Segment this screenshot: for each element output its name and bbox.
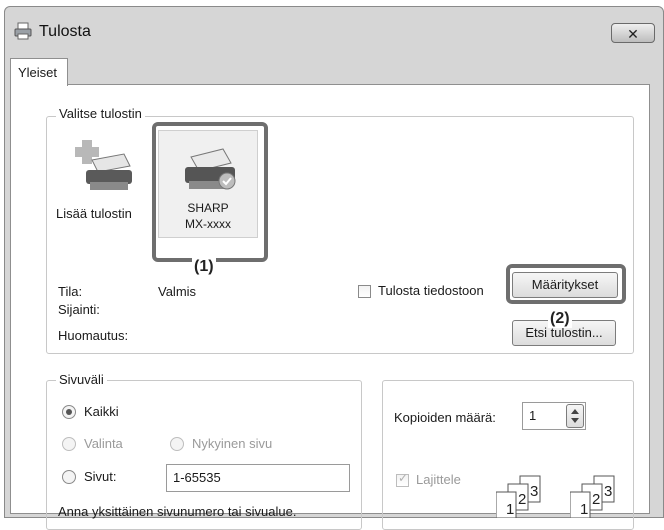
- add-printer-icon: [72, 136, 136, 199]
- preferences-button[interactable]: Määritykset: [512, 272, 618, 298]
- collate-pages-icon-2: 3 2 1: [569, 474, 628, 521]
- collate-label: Lajittele: [416, 472, 461, 487]
- svg-text:3: 3: [604, 483, 612, 500]
- location-label: Sijainti:: [58, 302, 100, 317]
- selection-label: Valinta: [84, 436, 123, 451]
- radio-current-page[interactable]: [170, 437, 184, 451]
- close-button[interactable]: ✕: [611, 23, 655, 43]
- tab-general[interactable]: Yleiset: [10, 58, 68, 86]
- add-printer-item[interactable]: Lisää tulostin: [56, 136, 148, 236]
- printer-title-icon: [13, 21, 33, 44]
- printer-group-legend: Valitse tulostin: [56, 106, 145, 121]
- svg-text:1: 1: [580, 501, 588, 518]
- svg-text:3: 3: [530, 483, 538, 500]
- print-to-file-label: Tulosta tiedostoon: [378, 283, 484, 298]
- print-to-file-checkbox[interactable]: [358, 285, 371, 298]
- svg-text:2: 2: [518, 491, 526, 508]
- all-pages-label: Kaikki: [84, 404, 119, 419]
- page-range-hint: Anna yksittäinen sivunumero tai sivualue…: [58, 504, 297, 519]
- comment-label: Huomautus:: [58, 328, 129, 343]
- tab-label: Yleiset: [18, 65, 58, 80]
- status-label: Tila:: [58, 284, 83, 299]
- svg-text:2: 2: [592, 491, 600, 508]
- radio-selection[interactable]: [62, 437, 76, 451]
- title-bar: Tulosta ✕: [5, 7, 663, 51]
- collate-check-icon: ✓: [398, 471, 409, 485]
- pages-label: Sivut:: [84, 469, 117, 484]
- svg-text:1: 1: [506, 501, 514, 518]
- copies-spinner[interactable]: [566, 404, 584, 428]
- window-title: Tulosta: [39, 23, 91, 40]
- collate-pages-icon-1: 3 2 1: [495, 474, 554, 521]
- copies-label: Kopioiden määrä:: [394, 410, 496, 425]
- callout-box-1: [152, 122, 268, 262]
- spinner-arrows-icon: [571, 409, 579, 423]
- radio-pages[interactable]: [62, 470, 76, 484]
- radio-all-pages[interactable]: [62, 405, 76, 419]
- callout-label-1: (1): [192, 258, 216, 276]
- page-range-legend: Sivuväli: [56, 372, 107, 387]
- add-printer-label: Lisää tulostin: [56, 206, 132, 221]
- status-value: Valmis: [158, 284, 197, 299]
- current-page-label: Nykyinen sivu: [192, 436, 273, 451]
- pages-input[interactable]: 1-65535: [166, 464, 350, 492]
- callout-label-2: (2): [548, 310, 572, 328]
